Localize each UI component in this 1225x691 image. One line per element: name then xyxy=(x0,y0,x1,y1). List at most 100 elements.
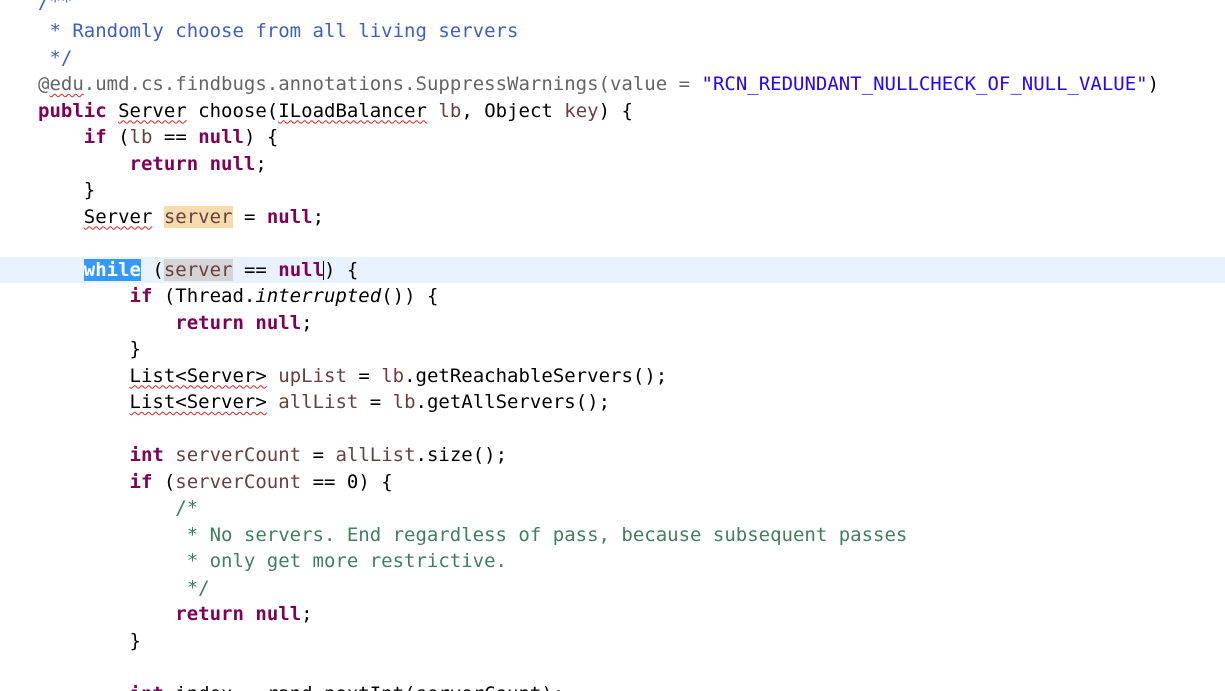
code-line: @edu.umd.cs.findbugs.annotations.Suppres… xyxy=(0,71,1225,98)
code-text: ; xyxy=(312,205,325,228)
static-method-call: interrupted xyxy=(255,285,382,307)
code-line: if (serverCount == 0) { xyxy=(0,469,1225,496)
variable-name: allList xyxy=(335,444,416,466)
type-name-error: Server xyxy=(118,99,187,122)
code-text: ( xyxy=(106,126,130,148)
keyword: null xyxy=(198,126,244,148)
keyword: if xyxy=(129,285,153,307)
variable-occurrence-highlight: server xyxy=(163,258,233,281)
variable-occurrence-highlight: server xyxy=(163,205,233,228)
code-line: return null; xyxy=(0,151,1225,178)
variable-name: serverCount xyxy=(175,470,302,493)
type-name-error: Server xyxy=(83,205,153,228)
code-text: index = rand.nextInt(serverCount); xyxy=(164,683,564,691)
comment-text: /* xyxy=(38,497,199,519)
code-line: * No servers. End regardless of pass, be… xyxy=(0,522,1225,549)
keyword: public xyxy=(38,99,107,122)
annotation-package-error: edu xyxy=(49,73,84,95)
code-line: List<Server> allList = lb.getAllServers(… xyxy=(0,389,1225,416)
code-text: = xyxy=(232,205,267,228)
code-text: ) { xyxy=(324,258,359,281)
variable-name: serverCount xyxy=(175,444,302,466)
code-line: } xyxy=(0,177,1225,204)
code-text: = xyxy=(301,444,336,466)
keyword: null xyxy=(278,258,325,281)
code-text: ) { xyxy=(598,99,633,122)
code-line: return null; xyxy=(0,310,1225,337)
code-text: ) xyxy=(1147,73,1160,95)
code-line: List<Server> upList = lb.getReachableSer… xyxy=(0,363,1225,390)
comment-text: * No servers. End regardless of pass, be… xyxy=(38,523,908,546)
javadoc-text: * Randomly choose from all living server… xyxy=(38,20,519,42)
variable-name: allList xyxy=(278,391,359,413)
code-line: */ xyxy=(0,575,1225,602)
code-text: (Thread. xyxy=(152,285,256,307)
code-text: = xyxy=(346,364,382,387)
keyword: return xyxy=(129,152,199,175)
code-text: ; xyxy=(301,603,313,625)
code-text: ()) { xyxy=(381,285,439,307)
code-text: } xyxy=(38,179,96,201)
keyword: return xyxy=(175,603,244,625)
code-text: ( xyxy=(140,258,164,281)
code-text: ) { xyxy=(243,126,279,148)
string-literal: "RCN_REDUNDANT_NULLCHECK_OF_NULL_VALUE" xyxy=(701,73,1148,95)
code-line: public Server choose(ILoadBalancer lb, O… xyxy=(0,98,1225,125)
code-text: == 0) { xyxy=(301,470,393,493)
comment-text: * only get more restrictive. xyxy=(38,550,507,572)
code-line: } xyxy=(0,336,1225,363)
keyword: if xyxy=(83,126,107,148)
keyword: null xyxy=(266,205,313,228)
code-editor[interactable]: /** * Randomly choose from all living se… xyxy=(0,0,1225,691)
code-text: , Object xyxy=(461,99,565,122)
code-line: Server server = null; xyxy=(0,204,1225,231)
keyword: int xyxy=(129,444,164,466)
current-line: while (server == null) { xyxy=(0,256,1225,283)
code-text: == xyxy=(152,126,199,148)
parameter-name: key xyxy=(564,99,599,122)
code-line: int index = rand.nextInt(serverCount); xyxy=(0,681,1225,691)
keyword: return xyxy=(175,311,244,334)
code-text: .size(); xyxy=(415,444,508,466)
code-line: /** xyxy=(0,0,1225,16)
annotation-at: @ xyxy=(38,73,50,95)
code-text: ; xyxy=(301,311,313,334)
annotation-name: .umd.cs.findbugs.annotations.SuppressWar… xyxy=(83,73,702,95)
variable-name: lb xyxy=(392,391,416,413)
code-text: } xyxy=(38,629,141,652)
keyword: null xyxy=(255,603,302,625)
type-name-error: ILoadBalancer xyxy=(278,99,427,122)
code-text: choose( xyxy=(186,99,279,122)
code-line: /* xyxy=(0,495,1225,522)
code-line: * Randomly choose from all living server… xyxy=(0,18,1225,45)
code-line: if (lb == null) { xyxy=(0,124,1225,151)
javadoc-text: /** xyxy=(38,0,73,13)
code-text: .getReachableServers(); xyxy=(404,364,668,387)
keyword: null xyxy=(255,311,302,334)
javadoc-text: */ xyxy=(38,46,73,69)
selected-keyword[interactable]: while xyxy=(83,258,141,281)
keyword: int xyxy=(130,683,164,691)
variable-name: lb xyxy=(129,126,153,148)
code-line: if (Thread.interrupted()) { xyxy=(0,283,1225,310)
code-text: } xyxy=(38,338,141,360)
comment-text: */ xyxy=(38,576,210,599)
